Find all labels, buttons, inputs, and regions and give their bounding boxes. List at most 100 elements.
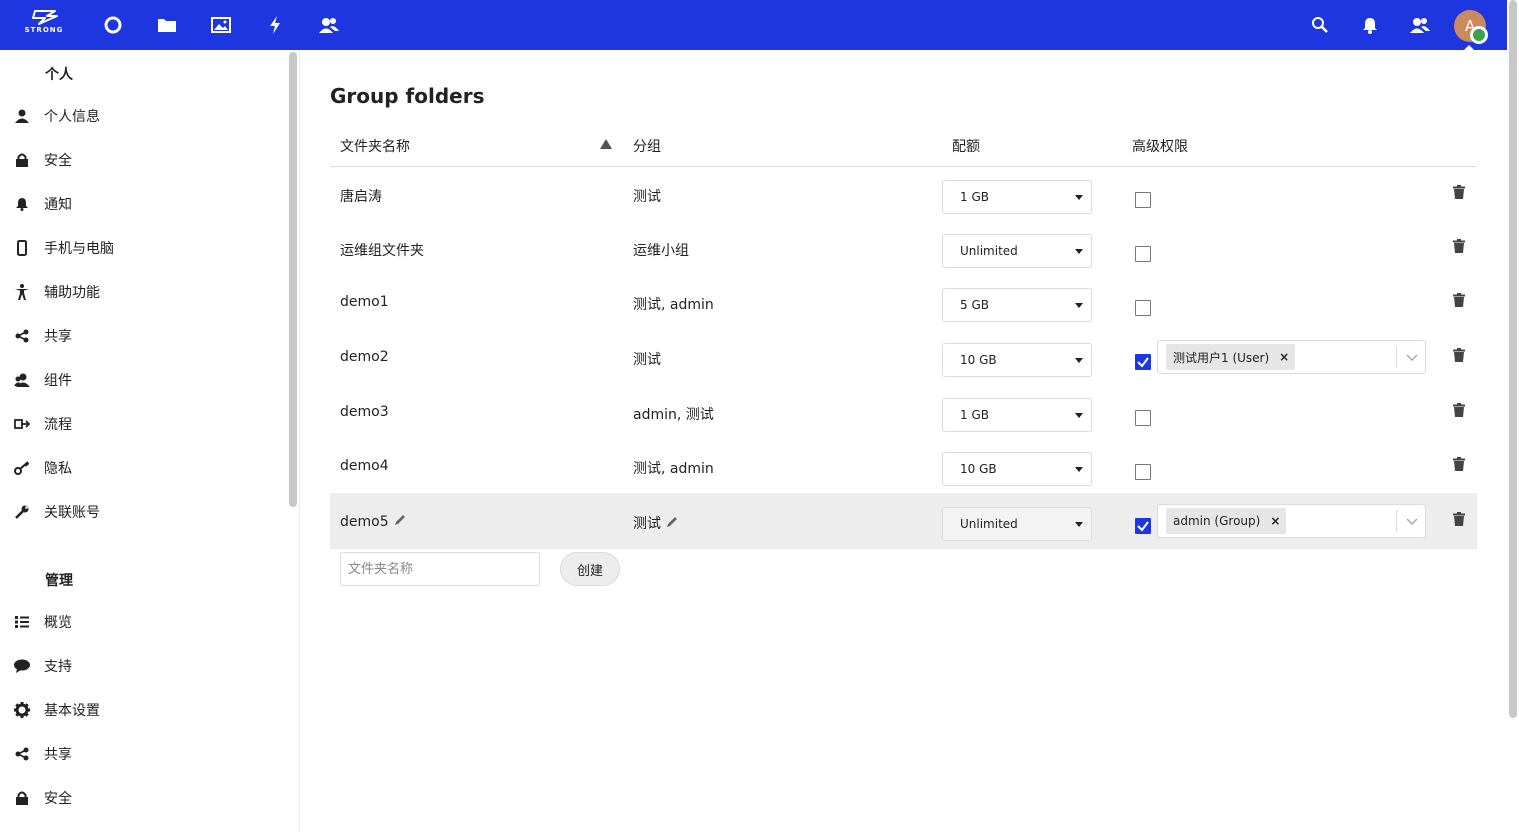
sidebar-item-support[interactable]: 支持 xyxy=(0,648,286,684)
admin-heading: 管理 xyxy=(45,573,73,589)
folder-groups[interactable]: 测试 xyxy=(633,513,679,533)
sort-ascending-icon[interactable] xyxy=(600,139,612,149)
contacts-icon[interactable] xyxy=(318,14,340,36)
new-folder-name-input[interactable] xyxy=(340,552,540,586)
sidebar-item-label: 基本设置 xyxy=(44,703,100,719)
folder-name[interactable]: demo4 xyxy=(340,458,389,474)
sidebar-item-basic-settings[interactable]: 基本设置 xyxy=(0,692,286,728)
acl-manager-tag: 测试用户1 (User) × xyxy=(1166,344,1296,370)
create-folder-button[interactable]: 创建 xyxy=(560,552,620,586)
page-scrollbar-thumb[interactable] xyxy=(1509,0,1517,718)
folder-name[interactable]: 唐启涛 xyxy=(340,186,382,206)
dropdown-arrow-icon xyxy=(1075,195,1083,200)
gear-icon xyxy=(0,702,44,718)
top-header: STRONG A xyxy=(0,0,1507,52)
folder-groups[interactable]: 运维小组 xyxy=(633,240,689,260)
delete-icon[interactable] xyxy=(1451,184,1467,200)
sidebar-item-overview[interactable]: 概览 xyxy=(0,604,286,640)
table-row: 运维组文件夹 运维小组 Unlimited xyxy=(330,221,1477,275)
acl-checkbox[interactable] xyxy=(1135,354,1151,370)
quota-value: 1 GB xyxy=(960,408,989,422)
dashboard-icon[interactable] xyxy=(102,14,124,36)
delete-icon[interactable] xyxy=(1451,456,1467,472)
page-scrollbar[interactable] xyxy=(1508,0,1519,720)
activity-icon[interactable] xyxy=(264,14,286,36)
quota-value: Unlimited xyxy=(960,517,1018,531)
dropdown-arrow-icon xyxy=(1075,522,1083,527)
contacts-menu-icon[interactable] xyxy=(1410,15,1430,35)
sidebar-item-groupware[interactable]: 组件 xyxy=(0,362,286,398)
folder-groups[interactable]: 测试 xyxy=(633,186,661,206)
sidebar-item-linked-accounts[interactable]: 关联账号 xyxy=(0,494,286,530)
personal-heading: 个人 xyxy=(45,67,73,83)
table-row: demo4 测试, admin 10 GB xyxy=(330,439,1477,493)
quota-select[interactable]: 1 GB xyxy=(942,398,1092,432)
sidebar-item-admin-security[interactable]: 安全 xyxy=(0,780,286,816)
acl-checkbox[interactable] xyxy=(1135,464,1151,480)
edit-pencil-icon[interactable] xyxy=(665,515,679,529)
edit-pencil-icon[interactable] xyxy=(393,513,407,527)
sidebar-item-label: 安全 xyxy=(44,153,72,169)
delete-icon[interactable] xyxy=(1451,238,1467,254)
dropdown-arrow-icon xyxy=(1075,303,1083,308)
quota-select[interactable]: 5 GB xyxy=(942,288,1092,322)
search-icon[interactable] xyxy=(1310,15,1330,35)
sidebar-item-label: 共享 xyxy=(44,747,72,763)
acl-manager-select[interactable]: admin (Group) × xyxy=(1157,504,1426,538)
sidebar-item-label: 手机与电脑 xyxy=(44,241,114,257)
acl-checkbox[interactable] xyxy=(1135,192,1151,208)
folder-groups[interactable]: 测试 xyxy=(633,349,661,369)
quota-select[interactable]: Unlimited xyxy=(942,234,1092,268)
folder-name[interactable]: demo1 xyxy=(340,294,389,310)
chevron-down-icon[interactable] xyxy=(1404,513,1420,529)
sidebar-item-label: 通知 xyxy=(44,197,72,213)
delete-icon[interactable] xyxy=(1451,347,1467,363)
column-header-acl[interactable]: 高级权限 xyxy=(1132,136,1188,156)
acl-checkbox[interactable] xyxy=(1135,518,1151,534)
acl-checkbox[interactable] xyxy=(1135,300,1151,316)
folder-groups[interactable]: 测试, admin xyxy=(633,458,714,478)
photos-icon[interactable] xyxy=(210,14,232,36)
sidebar-item-privacy[interactable]: 隐私 xyxy=(0,450,286,486)
sidebar-item-accessibility[interactable]: 辅助功能 xyxy=(0,274,286,310)
sidebar-scrollbar[interactable] xyxy=(289,52,297,507)
lock-icon xyxy=(0,153,44,167)
delete-icon[interactable] xyxy=(1451,402,1467,418)
delete-icon[interactable] xyxy=(1451,292,1467,308)
quota-select[interactable]: 10 GB xyxy=(942,452,1092,486)
remove-tag-icon[interactable]: × xyxy=(1279,350,1289,364)
acl-manager-select[interactable]: 测试用户1 (User) × xyxy=(1157,340,1426,374)
remove-tag-icon[interactable]: × xyxy=(1270,514,1280,528)
delete-icon[interactable] xyxy=(1451,511,1467,527)
folder-name[interactable]: 运维组文件夹 xyxy=(340,240,424,260)
folder-name[interactable]: demo5 xyxy=(340,513,407,530)
folder-name[interactable]: demo3 xyxy=(340,404,389,420)
sidebar-item-label: 安全 xyxy=(44,791,72,807)
dropdown-arrow-icon xyxy=(1075,467,1083,472)
sidebar-item-personal-info[interactable]: 个人信息 xyxy=(0,98,286,134)
strong-logo[interactable]: STRONG xyxy=(22,9,66,41)
sidebar-item-notifications[interactable]: 通知 xyxy=(0,186,286,222)
folder-groups[interactable]: admin, 测试 xyxy=(633,404,714,424)
sidebar-item-devices[interactable]: 手机与电脑 xyxy=(0,230,286,266)
folder-groups[interactable]: 测试, admin xyxy=(633,294,714,314)
column-header-name[interactable]: 文件夹名称 xyxy=(340,136,410,156)
chevron-down-icon[interactable] xyxy=(1404,349,1420,365)
acl-checkbox[interactable] xyxy=(1135,410,1151,426)
sidebar-item-security[interactable]: 安全 xyxy=(0,142,286,178)
column-header-groups[interactable]: 分组 xyxy=(633,136,661,156)
acl-checkbox[interactable] xyxy=(1135,246,1151,262)
files-icon[interactable] xyxy=(156,14,178,36)
folder-name[interactable]: demo2 xyxy=(340,349,389,365)
sidebar-item-label: 辅助功能 xyxy=(44,285,100,301)
sidebar-item-sharing[interactable]: 共享 xyxy=(0,318,286,354)
quota-select[interactable]: 1 GB xyxy=(942,180,1092,214)
share-icon xyxy=(0,329,44,343)
column-header-quota[interactable]: 配额 xyxy=(952,136,980,156)
sidebar-item-flow[interactable]: 流程 xyxy=(0,406,286,442)
quota-select[interactable]: Unlimited xyxy=(942,507,1092,541)
quota-select[interactable]: 10 GB xyxy=(942,343,1092,377)
notifications-icon[interactable] xyxy=(1360,15,1380,35)
sidebar-item-admin-sharing[interactable]: 共享 xyxy=(0,736,286,772)
dropdown-arrow-icon xyxy=(1075,358,1083,363)
